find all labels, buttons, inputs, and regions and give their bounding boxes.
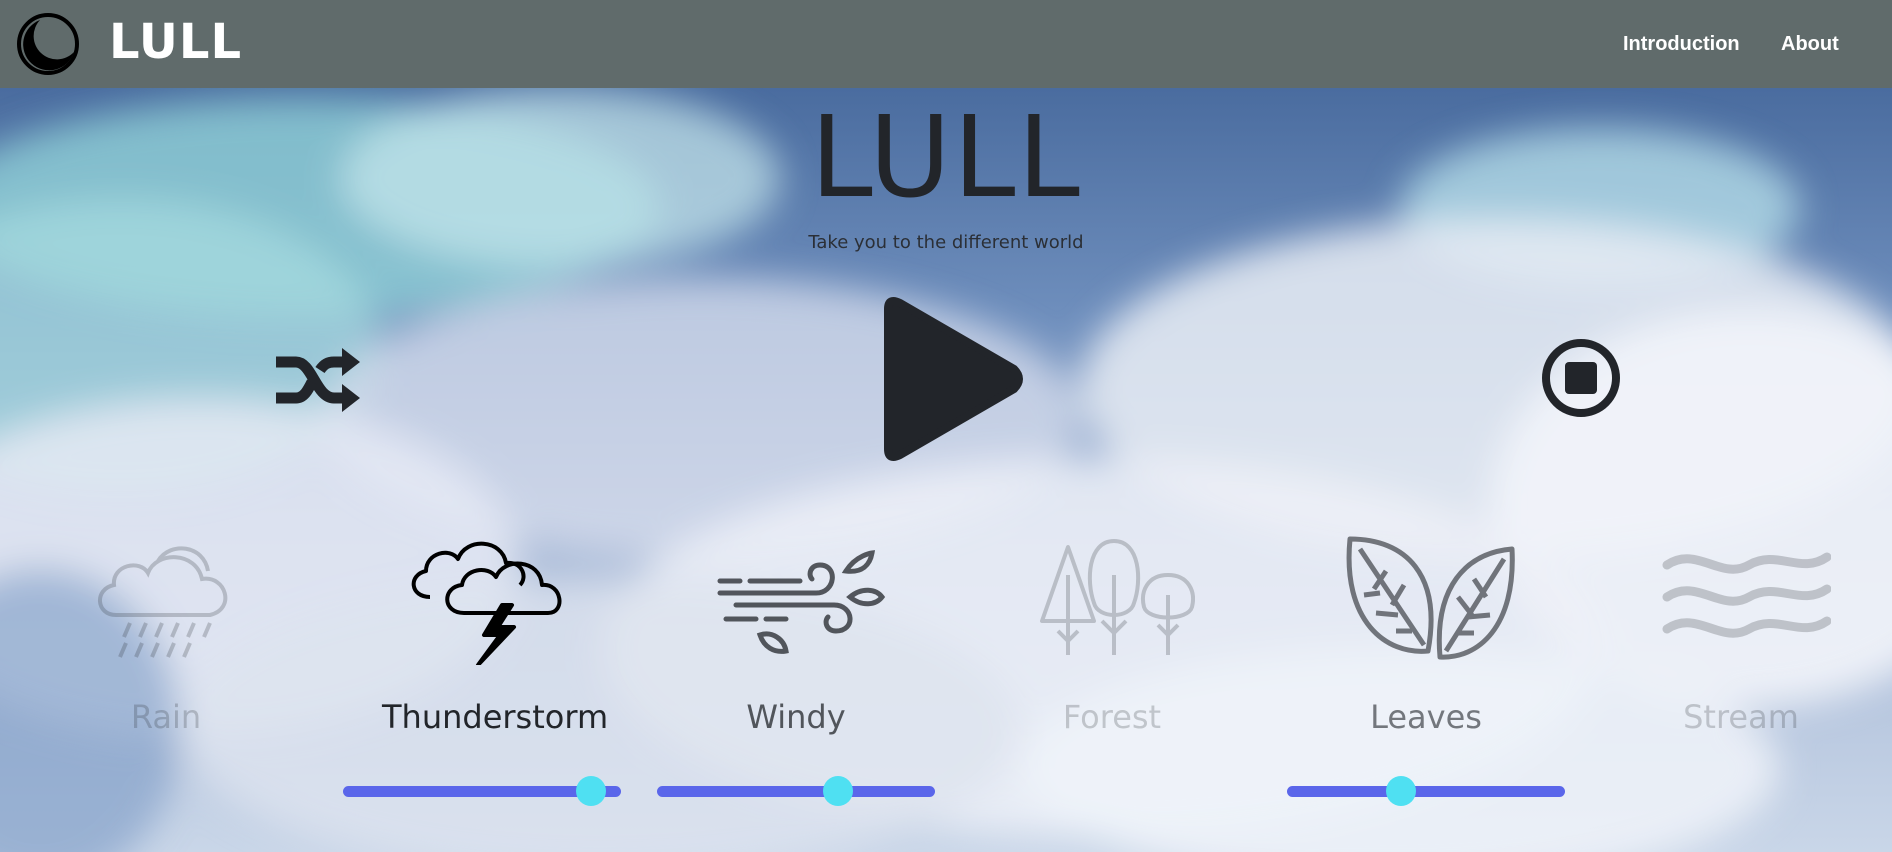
sound-windy: Windy	[696, 535, 896, 745]
hero-title: LULL	[810, 93, 1082, 223]
sound-label-windy: Windy	[746, 698, 846, 736]
thunderstorm-icon[interactable]	[402, 535, 572, 665]
sound-forest: Forest	[1012, 535, 1212, 745]
sound-label-stream: Stream	[1683, 698, 1799, 736]
brand-name[interactable]: LULL	[109, 10, 242, 74]
nav-link-about[interactable]: About	[1781, 30, 1839, 58]
sound-label-thunderstorm: Thunderstorm	[382, 698, 609, 736]
stop-circle-icon[interactable]	[1541, 338, 1621, 418]
slider-thumb[interactable]	[576, 776, 607, 806]
sound-label-forest: Forest	[1062, 698, 1162, 736]
sound-label-rain: Rain	[130, 698, 202, 736]
wind-icon[interactable]	[716, 535, 886, 665]
leaves-icon[interactable]	[1346, 535, 1516, 665]
thunderstorm-volume-slider[interactable]	[343, 776, 621, 806]
leaves-volume-slider[interactable]	[1287, 776, 1565, 806]
slider-thumb[interactable]	[1386, 776, 1417, 806]
sound-leaves: Leaves	[1326, 535, 1526, 745]
stream-waves-icon[interactable]	[1661, 535, 1831, 665]
slider-thumb[interactable]	[823, 776, 854, 806]
moon-logo-icon[interactable]	[16, 12, 80, 76]
play-icon[interactable]	[878, 295, 1024, 463]
sound-label-leaves: Leaves	[1370, 698, 1482, 736]
sound-thunderstorm: Thunderstorm	[382, 535, 609, 745]
slider-track[interactable]	[657, 786, 935, 797]
sound-rain: Rain	[66, 535, 266, 745]
navbar: LULL Introduction About	[0, 0, 1892, 88]
rain-cloud-icon[interactable]	[86, 535, 256, 665]
nav-link-introduction[interactable]: Introduction	[1623, 30, 1740, 58]
slider-track[interactable]	[1287, 786, 1565, 797]
sound-stream: Stream	[1641, 535, 1841, 745]
hero-subtitle: Take you to the different world	[808, 232, 1084, 253]
windy-volume-slider[interactable]	[657, 776, 935, 806]
forest-trees-icon[interactable]	[1032, 535, 1202, 665]
shuffle-icon[interactable]	[272, 340, 360, 420]
